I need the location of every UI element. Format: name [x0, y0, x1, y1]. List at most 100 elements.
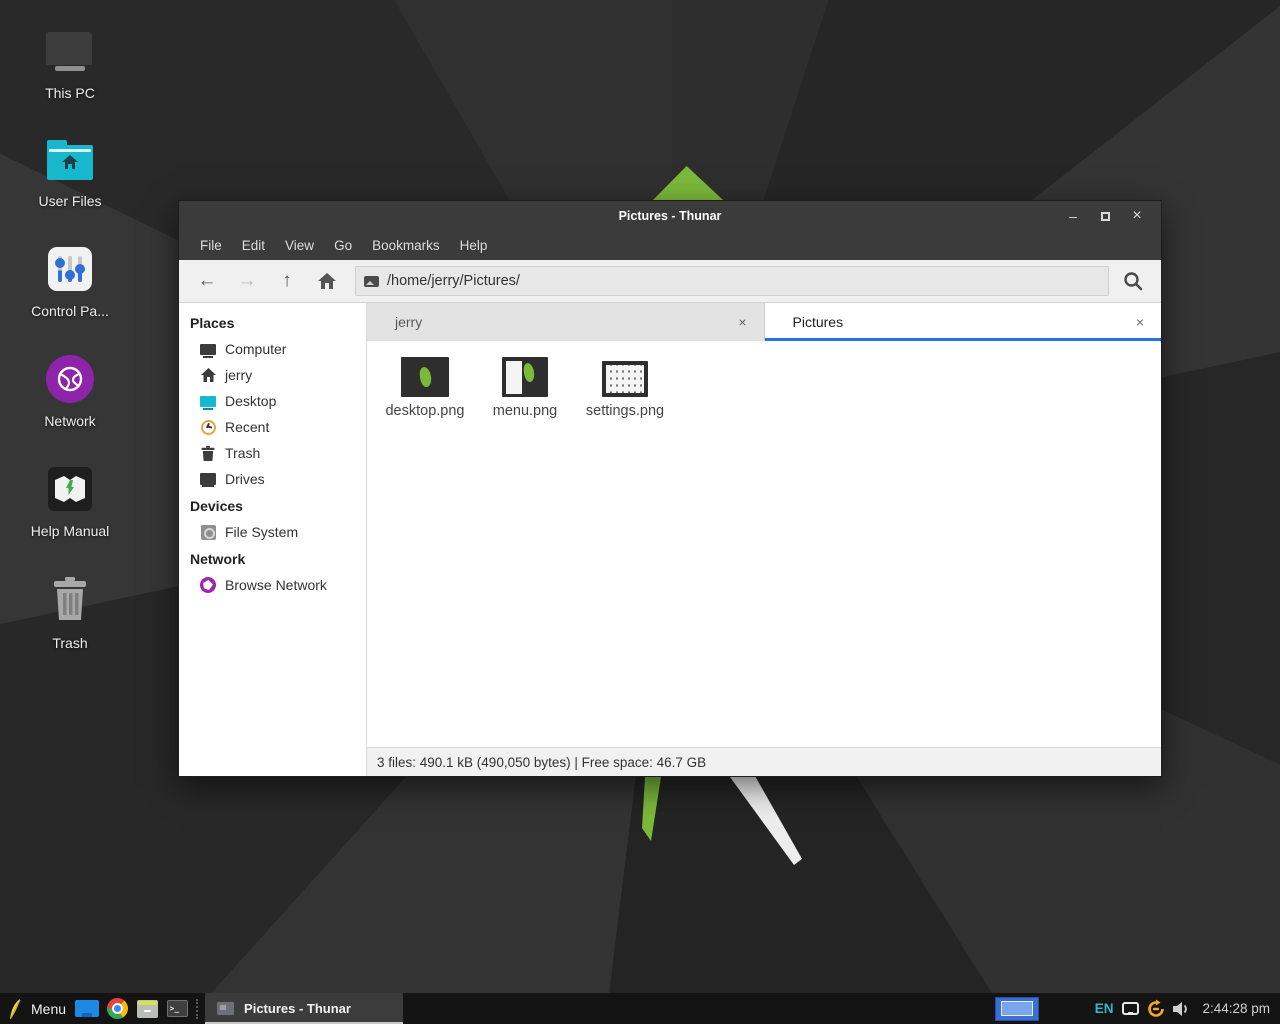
- tab-pictures[interactable]: Pictures ×: [765, 303, 1162, 341]
- file-manager-launcher[interactable]: [72, 993, 102, 1024]
- folder-icon: [75, 1000, 99, 1017]
- speaker-icon: [1173, 1001, 1191, 1017]
- desktop-icon: [199, 392, 217, 410]
- minimize-button[interactable]: –: [1057, 201, 1089, 231]
- manual-book-icon: [48, 467, 92, 511]
- start-menu-button[interactable]: Menu: [0, 993, 72, 1024]
- sidebar-item-label: Desktop: [225, 393, 276, 409]
- sidebar-item-label: Recent: [225, 419, 269, 435]
- sidebar-item-computer[interactable]: Computer: [179, 336, 366, 362]
- desktop-icon-label: This PC: [18, 85, 122, 101]
- wallpaper-feather: [722, 777, 802, 865]
- window-icon: [217, 1002, 234, 1015]
- trash-icon: [50, 577, 90, 626]
- keyboard-layout-indicator[interactable]: EN: [1095, 1001, 1114, 1016]
- file-list[interactable]: desktop.png menu.png settings.png: [367, 341, 1161, 747]
- task-button-thunar[interactable]: Pictures - Thunar: [205, 993, 403, 1024]
- file-cabinet-icon: [137, 1000, 158, 1018]
- desktop-wallpaper: This PC User Files Control Pa... Network…: [0, 0, 1280, 1024]
- home-folder-icon: [47, 145, 93, 180]
- sidebar-item-trash[interactable]: Trash: [179, 440, 366, 466]
- desktop-icon-user-files[interactable]: User Files: [18, 134, 122, 209]
- search-button[interactable]: [1113, 264, 1153, 298]
- clock[interactable]: 2:44:28 pm: [1202, 1001, 1270, 1016]
- sidebar-item-label: Drives: [225, 471, 265, 487]
- file-name: desktop.png: [375, 403, 475, 419]
- task-button-label: Pictures - Thunar: [244, 1001, 351, 1016]
- archive-launcher[interactable]: [132, 993, 162, 1024]
- desktop-icon-label: Trash: [18, 635, 122, 651]
- sidebar-item-file-system[interactable]: File System: [179, 519, 366, 545]
- terminal-launcher[interactable]: [162, 993, 192, 1024]
- desktop-icon-help-manual[interactable]: Help Manual: [18, 464, 122, 539]
- globe-icon: [46, 355, 94, 403]
- desktop-icon-trash[interactable]: Trash: [18, 576, 122, 651]
- sidebar-item-label: jerry: [225, 367, 252, 383]
- tab-close-icon[interactable]: ×: [1131, 314, 1149, 330]
- toolbar: ← → ↑ /home/jerry/Pictures/: [179, 260, 1161, 303]
- menu-view[interactable]: View: [275, 231, 324, 260]
- tab-label: Pictures: [793, 314, 1132, 330]
- back-icon: ←: [198, 270, 217, 292]
- file-menu-png[interactable]: menu.png: [475, 349, 575, 419]
- display-tray-icon[interactable]: [1122, 1002, 1139, 1015]
- menu-file[interactable]: File: [190, 231, 232, 260]
- menu-go[interactable]: Go: [324, 231, 362, 260]
- file-desktop-png[interactable]: desktop.png: [375, 349, 475, 419]
- home-icon: [318, 273, 336, 289]
- maximize-button[interactable]: [1089, 201, 1121, 231]
- chrome-icon: [107, 998, 128, 1019]
- path-text: /home/jerry/Pictures/: [387, 273, 520, 289]
- hard-disk-icon: [199, 523, 217, 541]
- sidebar-item-browse-network[interactable]: Browse Network: [179, 572, 366, 598]
- desktop-icon-label: Help Manual: [18, 523, 122, 539]
- up-button[interactable]: ↑: [267, 264, 307, 298]
- wallpaper-logo-green-tail: [642, 777, 662, 841]
- tab-jerry[interactable]: jerry ×: [367, 303, 765, 341]
- home-button[interactable]: [307, 264, 347, 298]
- home-icon: [61, 154, 79, 170]
- menubar: File Edit View Go Bookmarks Help: [179, 231, 1161, 260]
- volume-tray-icon[interactable]: [1173, 1001, 1191, 1017]
- sidebar-item-label: Trash: [225, 445, 260, 461]
- sidebar-item-label: Computer: [225, 341, 286, 357]
- menu-bookmarks[interactable]: Bookmarks: [362, 231, 450, 260]
- sidebar-item-jerry[interactable]: jerry: [179, 362, 366, 388]
- chrome-launcher[interactable]: [102, 993, 132, 1024]
- close-icon: ×: [1132, 207, 1141, 225]
- sidebar-item-desktop[interactable]: Desktop: [179, 388, 366, 414]
- sidebar-item-drives[interactable]: Drives: [179, 466, 366, 492]
- desktop-icon-label: User Files: [18, 193, 122, 209]
- desktop-icon-control-panel[interactable]: Control Pa...: [18, 244, 122, 319]
- workspace-switcher[interactable]: [995, 997, 1039, 1021]
- tasklist-handle[interactable]: [196, 999, 203, 1019]
- minimize-icon: –: [1069, 208, 1077, 224]
- tab-close-icon[interactable]: ×: [734, 314, 752, 330]
- drives-icon: [199, 470, 217, 488]
- menu-label: Menu: [31, 1001, 66, 1017]
- active-workspace: [1001, 1001, 1033, 1016]
- display-icon: [1122, 1002, 1139, 1015]
- file-settings-png[interactable]: settings.png: [575, 349, 675, 419]
- up-icon: ↑: [282, 270, 292, 292]
- computer-icon: [199, 340, 217, 358]
- menu-edit[interactable]: Edit: [232, 231, 275, 260]
- menu-help[interactable]: Help: [450, 231, 498, 260]
- status-bar: 3 files: 490.1 kB (490,050 bytes) | Free…: [367, 747, 1161, 776]
- maximize-icon: [1101, 212, 1110, 221]
- recent-icon: [199, 418, 217, 436]
- desktop-icon-this-pc[interactable]: This PC: [18, 26, 122, 101]
- path-bar[interactable]: /home/jerry/Pictures/: [355, 266, 1109, 296]
- back-button[interactable]: ←: [187, 264, 227, 298]
- close-button[interactable]: ×: [1121, 201, 1153, 231]
- update-manager-tray-icon[interactable]: [1146, 999, 1166, 1019]
- window-titlebar[interactable]: Pictures - Thunar – ×: [179, 201, 1161, 231]
- sidebar-item-label: Browse Network: [225, 577, 327, 593]
- computer-icon: [46, 32, 94, 71]
- forward-button[interactable]: →: [227, 264, 267, 298]
- sidebar-item-recent[interactable]: Recent: [179, 414, 366, 440]
- desktop-icon-network[interactable]: Network: [18, 354, 122, 429]
- taskbar: Menu Pictures - Thunar EN: [0, 993, 1280, 1024]
- image-thumbnail: [401, 357, 449, 397]
- thunar-window: Pictures - Thunar – × File Edit View Go …: [178, 200, 1162, 777]
